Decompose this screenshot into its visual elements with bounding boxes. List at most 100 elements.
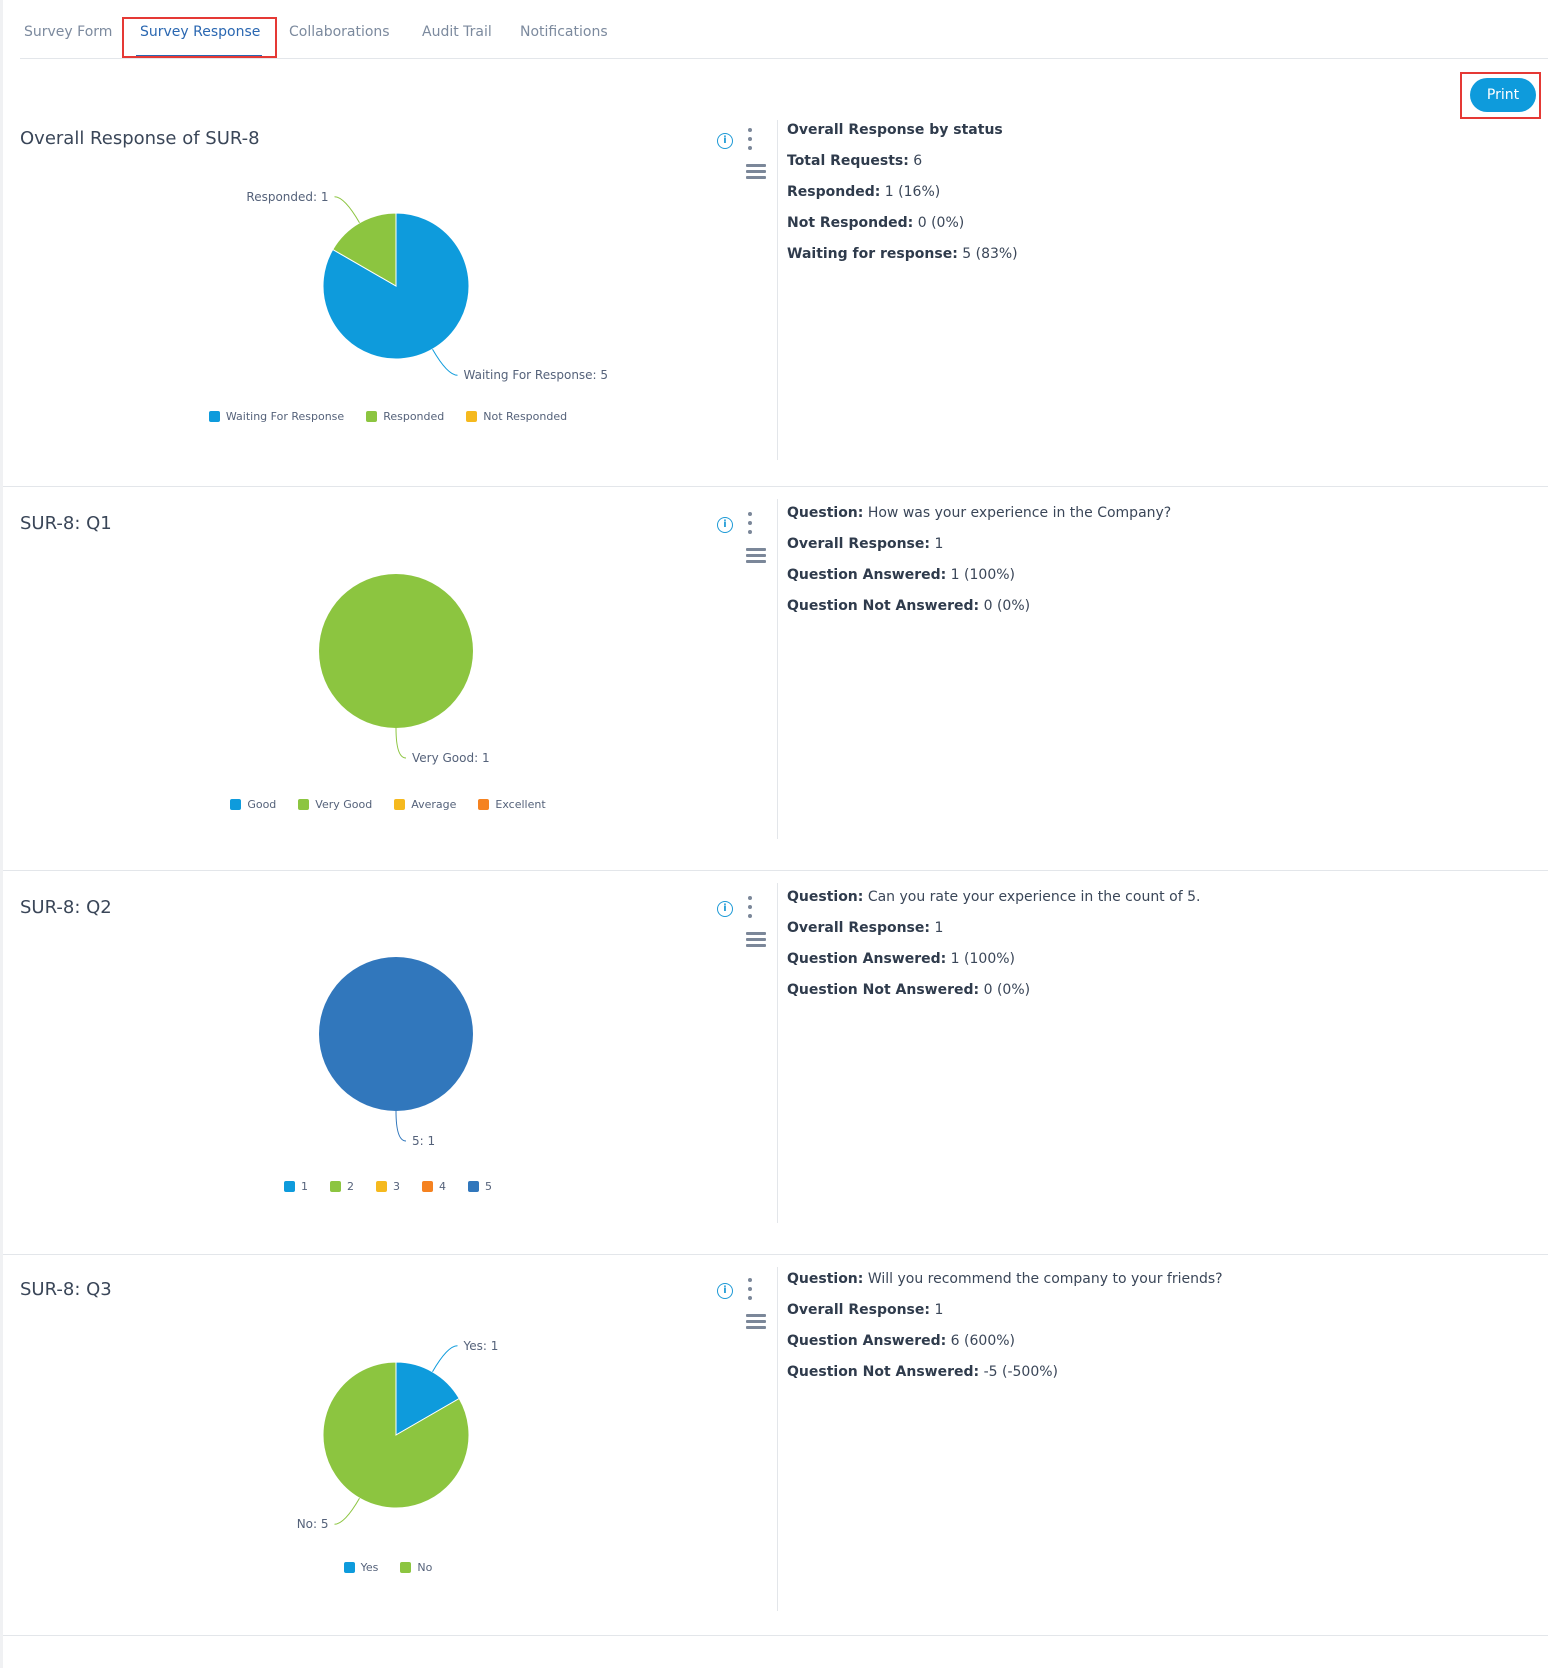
summary-value: How was your experience in the Company? <box>863 505 1172 521</box>
legend-item[interactable]: Not Responded <box>466 410 567 423</box>
legend-swatch <box>230 799 242 810</box>
legend-item[interactable]: Responded <box>366 410 444 423</box>
legend-label: 4 <box>439 1180 446 1193</box>
pie-chart-q3: Yes: 1 No: 5 <box>297 1339 499 1531</box>
summary-line: Question: Can you rate your experience i… <box>787 887 1507 918</box>
tab-audit-trail[interactable]: Audit Trail <box>422 24 492 40</box>
summary-label: Question Not Answered: <box>787 982 980 998</box>
summary-label: Total Requests: <box>787 153 909 169</box>
pie-slice-5[interactable] <box>319 957 473 1111</box>
chart-section-overall: Overall Response of SUR-8 i Overall Resp… <box>3 108 1548 487</box>
summary-line: Waiting for response: 5 (83%) <box>787 244 1507 275</box>
legend-swatch <box>330 1181 341 1192</box>
vertical-divider <box>777 1267 778 1611</box>
summary-label: Not Responded: <box>787 215 914 231</box>
summary-panel: Question: Will you recommend the company… <box>787 1269 1507 1393</box>
legend-item[interactable]: Average <box>394 798 456 811</box>
summary-line: Question Not Answered: 0 (0%) <box>787 980 1507 1011</box>
summary-label: Overall Response: <box>787 536 930 552</box>
summary-label: Overall Response by status <box>787 122 1003 138</box>
summary-label: Overall Response: <box>787 920 930 936</box>
pie-chart-q2: 5: 1 <box>319 957 473 1148</box>
data-label: Responded: 1 <box>246 190 328 204</box>
legend-label: 1 <box>301 1180 308 1193</box>
highlight-box-survey-response <box>122 17 277 58</box>
legend-swatch <box>284 1181 295 1192</box>
summary-label: Question Answered: <box>787 951 947 967</box>
legend-item[interactable]: 1 <box>284 1180 308 1193</box>
summary-value: 1 <box>930 920 944 936</box>
tab-collaborations[interactable]: Collaborations <box>289 24 390 40</box>
legend-item[interactable]: 5 <box>468 1180 492 1193</box>
summary-value: 1 <box>930 1302 944 1318</box>
summary-label: Question Not Answered: <box>787 1364 980 1380</box>
summary-value: 1 <box>930 536 944 552</box>
summary-label: Question Answered: <box>787 1333 947 1349</box>
summary-line: Question Not Answered: -5 (-500%) <box>787 1362 1507 1393</box>
legend-swatch <box>208 411 220 422</box>
summary-panel: Question: How was your experience in the… <box>787 503 1507 627</box>
legend-item[interactable]: Very Good <box>298 798 372 811</box>
summary-line: Overall Response: 1 <box>787 1300 1507 1331</box>
summary-value: 6 <box>908 153 923 169</box>
legend-swatch <box>422 1181 433 1192</box>
legend-item[interactable]: Waiting For Response <box>208 410 344 423</box>
legend-item[interactable]: Good <box>230 798 276 811</box>
legend-item[interactable]: No <box>400 1561 432 1574</box>
data-label-connector <box>395 1110 407 1142</box>
summary-value: 1 (100%) <box>946 567 1015 583</box>
legend-label: Excellent <box>495 798 546 811</box>
legend-item[interactable]: Yes <box>343 1561 379 1574</box>
legend-item[interactable]: Excellent <box>478 798 546 811</box>
chart-legend: Good Very Good Average Excellent <box>3 798 773 811</box>
summary-value: Will you recommend the company to your f… <box>863 1271 1223 1287</box>
summary-line: Total Requests: 6 <box>787 151 1507 182</box>
legend-label: Yes <box>360 1561 379 1574</box>
summary-label: Question: <box>787 889 864 905</box>
data-label-connector <box>395 727 407 759</box>
summary-line: Not Responded: 0 (0%) <box>787 213 1507 244</box>
chart-section-q2: SUR-8: Q2 i Question: Can you rate your … <box>3 871 1548 1255</box>
tab-notifications[interactable]: Notifications <box>520 24 608 40</box>
summary-value: Can you rate your experience in the coun… <box>863 889 1201 905</box>
legend-item[interactable]: 3 <box>376 1180 400 1193</box>
legend-item[interactable]: 4 <box>422 1180 446 1193</box>
summary-line: Question Not Answered: 0 (0%) <box>787 596 1507 627</box>
summary-line: Overall Response by status <box>787 120 1507 151</box>
legend-item[interactable]: 2 <box>330 1180 354 1193</box>
legend-swatch <box>343 1562 355 1573</box>
legend-swatch <box>394 799 406 810</box>
legend-label: 3 <box>393 1180 400 1193</box>
vertical-divider <box>777 883 778 1223</box>
data-label-connector <box>334 1497 360 1525</box>
summary-value: -5 (-500%) <box>979 1364 1058 1380</box>
summary-panel: Question: Can you rate your experience i… <box>787 887 1507 1011</box>
legend-swatch <box>366 411 378 422</box>
legend-swatch <box>400 1562 412 1573</box>
summary-value: 6 (600%) <box>946 1333 1015 1349</box>
legend-swatch <box>468 1181 479 1192</box>
summary-label: Question Not Answered: <box>787 598 980 614</box>
tab-survey-form[interactable]: Survey Form <box>24 24 112 40</box>
summary-label: Waiting for response: <box>787 246 958 262</box>
pie-chart-q1: Very Good: 1 <box>319 574 490 765</box>
legend-swatch <box>376 1181 387 1192</box>
summary-line: Overall Response: 1 <box>787 918 1507 949</box>
legend-swatch <box>298 799 310 810</box>
data-label: Yes: 1 <box>463 1339 499 1353</box>
legend-label: Average <box>411 798 457 811</box>
summary-line: Question Answered: 1 (100%) <box>787 565 1507 596</box>
vertical-divider <box>777 499 778 839</box>
legend-label: Good <box>247 798 277 811</box>
chart-legend: Yes No <box>3 1561 773 1574</box>
summary-line: Question Answered: 6 (600%) <box>787 1331 1507 1362</box>
summary-label: Overall Response: <box>787 1302 930 1318</box>
legend-swatch <box>466 411 478 422</box>
summary-label: Question Answered: <box>787 567 947 583</box>
summary-label: Question: <box>787 1271 864 1287</box>
data-label: No: 5 <box>297 1517 329 1531</box>
data-label: 5: 1 <box>412 1134 435 1148</box>
pie-slice-very-good[interactable] <box>319 574 473 728</box>
legend-label: 5 <box>485 1180 492 1193</box>
summary-label: Question: <box>787 505 864 521</box>
